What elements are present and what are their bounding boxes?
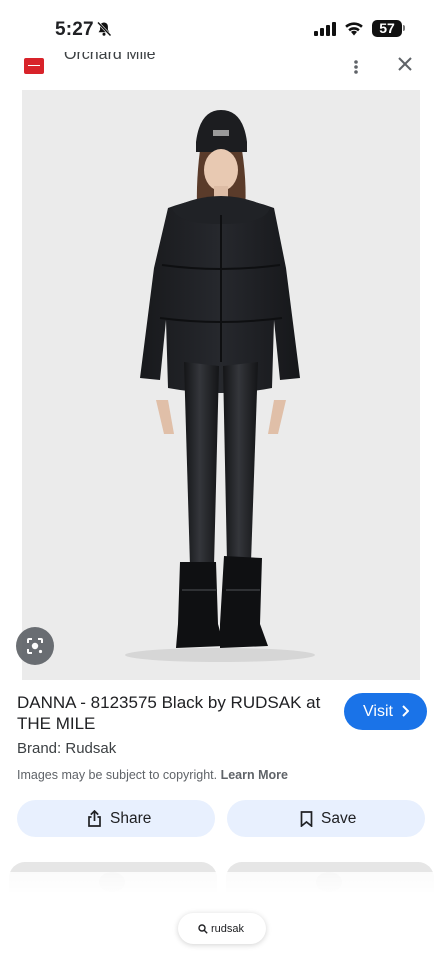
chevron-right-icon bbox=[402, 705, 409, 717]
product-photo bbox=[125, 110, 315, 662]
search-icon bbox=[198, 923, 208, 934]
visit-button[interactable]: Visit bbox=[344, 693, 427, 730]
source-logo[interactable] bbox=[24, 58, 44, 74]
status-bar: 5:27 57 bbox=[0, 0, 443, 52]
search-chip-query: rudsak bbox=[211, 922, 245, 935]
battery-nub bbox=[403, 25, 405, 31]
more-vert-icon[interactable] bbox=[352, 59, 360, 75]
source-name[interactable]: Orchard Mile bbox=[64, 52, 156, 64]
share-button[interactable]: Share bbox=[17, 800, 215, 837]
source-header: Orchard Mile bbox=[0, 52, 443, 90]
bookmark-icon bbox=[300, 810, 313, 827]
copyright-text: Images may be subject to copyright. bbox=[17, 768, 218, 782]
learn-more-link[interactable]: Learn More bbox=[221, 768, 288, 782]
copyright-notice: Images may be subject to copyright. Lear… bbox=[17, 768, 288, 782]
bell-slash-icon bbox=[97, 21, 112, 37]
visit-label: Visit bbox=[363, 703, 393, 720]
status-time: 5:27 bbox=[55, 19, 94, 40]
brand-line: Brand: Rudsak bbox=[17, 740, 117, 757]
lens-button[interactable] bbox=[16, 627, 54, 665]
image-area bbox=[0, 90, 443, 680]
battery-indicator: 57 bbox=[372, 20, 402, 37]
product-image[interactable] bbox=[22, 90, 420, 680]
wifi-icon bbox=[345, 22, 363, 36]
share-icon bbox=[88, 810, 101, 827]
search-chip[interactable]: rudsak bbox=[178, 913, 266, 944]
signal-icon bbox=[314, 22, 336, 36]
product-title[interactable]: DANNA - 8123575 Black by RUDSAK at THE M… bbox=[17, 692, 327, 734]
close-icon[interactable] bbox=[396, 55, 414, 73]
save-button[interactable]: Save bbox=[227, 800, 425, 837]
share-label: Share bbox=[110, 809, 152, 827]
save-label: Save bbox=[321, 809, 357, 827]
lens-icon bbox=[27, 638, 43, 654]
